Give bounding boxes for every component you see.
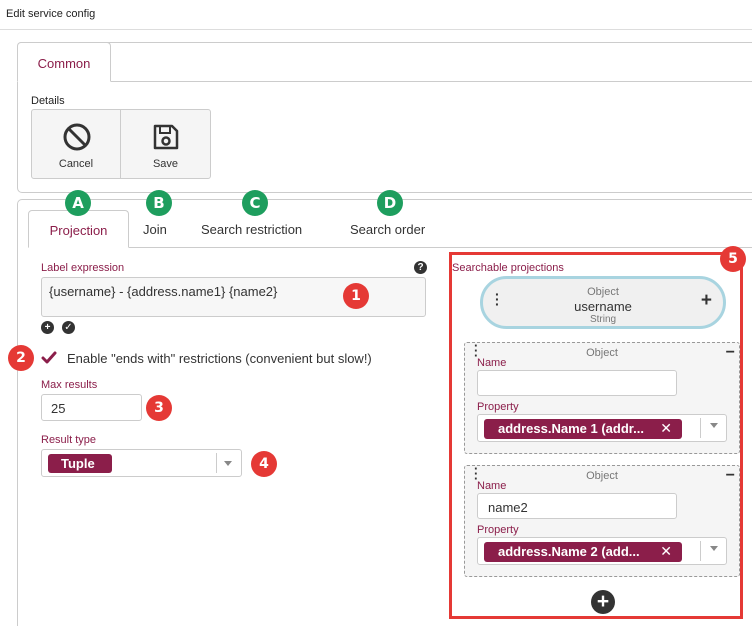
ends-with-label: Enable "ends with" restrictions (conveni… [67, 351, 372, 366]
projection-item: · · · Object − Name name2 Property address… [464, 462, 740, 577]
details-button-group: Cancel Save [31, 109, 211, 179]
annotation-2: 2 [8, 345, 34, 371]
result-type-tag: Tuple [48, 454, 112, 473]
drag-handle-icon[interactable]: · · · [495, 287, 500, 311]
save-button[interactable]: Save [121, 110, 210, 178]
property-label: Property [477, 524, 519, 536]
searchable-projections-title: Searchable projections [452, 262, 564, 274]
name-label: Name [477, 357, 507, 369]
tab-search-order-label: Search order [350, 222, 426, 237]
label-expression-value: {username} - {address.name1} {name2} [49, 284, 278, 299]
select-separator [700, 541, 701, 561]
tab-projection-label: Projection [49, 223, 108, 238]
cancel-button[interactable]: Cancel [32, 110, 121, 178]
select-separator [216, 453, 217, 473]
root-projection-node[interactable]: Object username String · · · + [480, 276, 726, 329]
remove-item-icon[interactable]: − [726, 467, 735, 485]
chevron-down-icon[interactable] [710, 423, 718, 428]
result-type-label: Result type [41, 434, 97, 446]
cancel-icon [63, 123, 91, 151]
annotation-5: 5 [720, 246, 746, 272]
chevron-down-icon[interactable] [224, 461, 232, 466]
clear-icon[interactable]: ✕ [660, 543, 672, 560]
save-icon [153, 124, 179, 150]
badge-a: A [65, 190, 91, 216]
annotation-3: 3 [146, 395, 172, 421]
tab-divider [110, 81, 752, 82]
root-datatype: String [589, 314, 617, 325]
max-results-value: 25 [51, 401, 66, 416]
add-projection-icon[interactable]: + [591, 590, 615, 614]
tab-search-restriction[interactable]: Search restriction [190, 210, 330, 248]
select-separator [700, 418, 701, 438]
window-title: Edit service config [6, 8, 96, 20]
badge-d: D [377, 190, 403, 216]
annotation-4: 4 [251, 451, 277, 477]
question-circle-icon[interactable]: ? [414, 261, 427, 274]
tab-common[interactable]: Common [17, 42, 111, 82]
projection-item: · · · Object − Name Property address.Name … [464, 339, 740, 454]
remove-item-icon[interactable]: − [726, 344, 735, 362]
property-tag: address.Name 2 (add... ✕ [484, 542, 682, 562]
tab-search-restriction-label: Search restriction [201, 222, 303, 237]
check-circle-icon[interactable]: ✓ [62, 321, 75, 334]
property-select[interactable]: address.Name 1 (addr... ✕ [477, 414, 727, 442]
save-label: Save [152, 158, 179, 170]
badge-c: C [242, 190, 268, 216]
name-input[interactable] [477, 370, 677, 396]
title-bar: Edit service config [0, 0, 752, 30]
name-label: Name [477, 480, 507, 492]
property-tag: address.Name 1 (addr... ✕ [484, 419, 682, 439]
cancel-label: Cancel [58, 158, 94, 170]
max-results-label: Max results [41, 379, 98, 391]
root-type: Object [587, 286, 619, 298]
property-select[interactable]: address.Name 2 (add... ✕ [477, 537, 727, 565]
root-name: username [574, 299, 632, 314]
tab-join-label: Join [143, 222, 167, 237]
ends-with-checkbox[interactable] [41, 350, 57, 366]
result-type-select[interactable]: Tuple [41, 449, 242, 477]
plus-circle-icon[interactable]: + [41, 321, 54, 334]
max-results-input[interactable]: 25 [41, 394, 142, 421]
add-icon[interactable]: + [701, 290, 712, 312]
clear-icon[interactable]: ✕ [660, 420, 672, 437]
property-label: Property [477, 401, 519, 413]
details-label: Details [31, 95, 65, 107]
chevron-down-icon[interactable] [710, 546, 718, 551]
badge-b: B [146, 190, 172, 216]
name-value: name2 [488, 500, 528, 515]
annotation-1: 1 [343, 283, 369, 309]
label-expression-label: Label expression [41, 262, 125, 274]
tab-common-label: Common [37, 56, 91, 71]
name-input[interactable]: name2 [477, 493, 677, 519]
